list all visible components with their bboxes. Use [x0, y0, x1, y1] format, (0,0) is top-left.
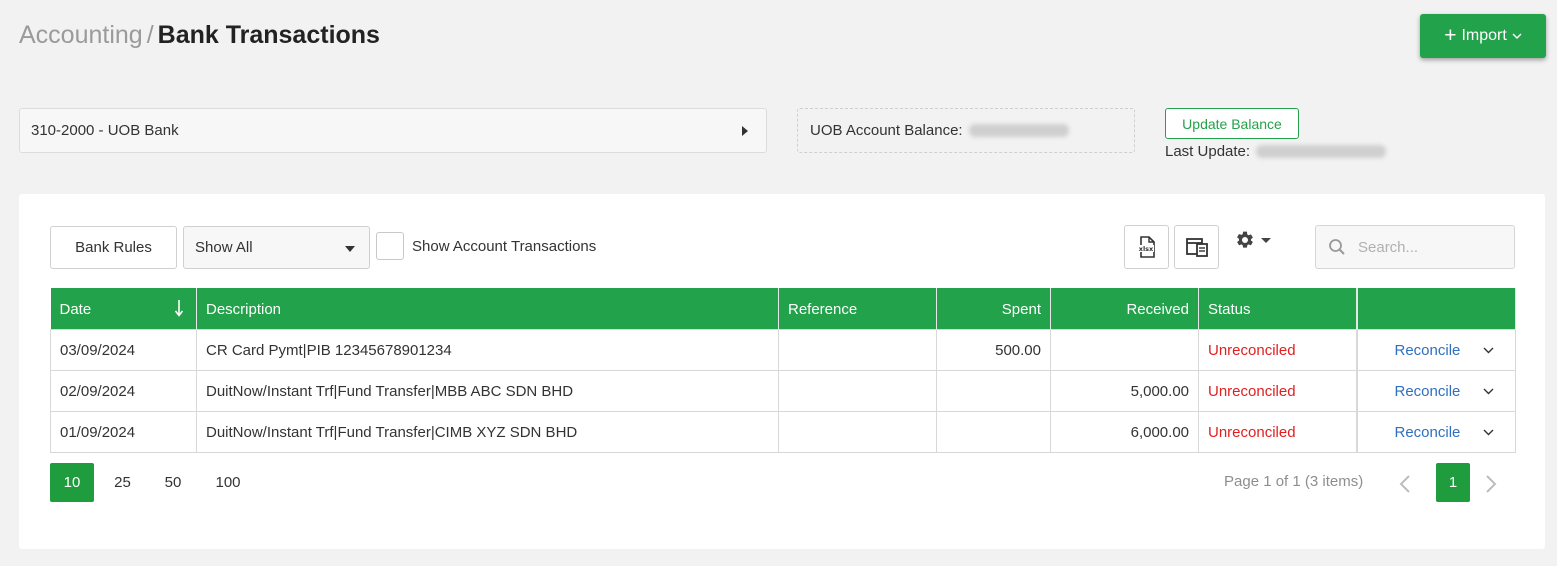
filter-select[interactable]: Show All	[183, 226, 370, 269]
chevron-right-icon[interactable]	[1485, 474, 1497, 494]
page-size-25[interactable]: 25	[94, 463, 151, 502]
filter-select-value: Show All	[195, 239, 253, 256]
transactions-table: Date Description Reference Spent Receive…	[50, 288, 1516, 453]
table-row: 03/09/2024 CR Card Pymt|PIB 123456789012…	[50, 329, 1516, 371]
cell-date: 01/09/2024	[50, 411, 197, 453]
import-button[interactable]: + Import	[1420, 14, 1546, 58]
last-update-label: Last Update:	[1165, 143, 1251, 160]
settings-menu-button[interactable]	[1235, 230, 1271, 250]
column-header-actions	[1355, 288, 1516, 330]
gear-icon	[1237, 231, 1253, 248]
reconcile-link[interactable]: Reconcile	[1395, 424, 1461, 441]
account-balance-label: UOB Account Balance:	[810, 122, 963, 139]
column-chooser-button[interactable]	[1174, 225, 1219, 269]
reconcile-link[interactable]: Reconcile	[1395, 383, 1461, 400]
column-header-spent[interactable]: Spent	[936, 288, 1051, 330]
plus-icon: +	[1444, 23, 1457, 47]
sort-descending-icon	[174, 300, 184, 317]
column-header-reference[interactable]: Reference	[778, 288, 937, 330]
caret-down-icon	[1261, 237, 1271, 243]
cell-received	[1050, 329, 1199, 371]
cell-spent: 500.00	[936, 329, 1051, 371]
cell-reference	[778, 329, 937, 371]
cell-date: 02/09/2024	[50, 370, 197, 412]
transactions-panel: Bank Rules Show All Show Account Transac…	[19, 194, 1545, 549]
show-account-transactions-label: Show Account Transactions	[412, 237, 597, 255]
bank-account-select[interactable]: 310-2000 - UOB Bank	[19, 108, 767, 153]
update-balance-button[interactable]: Update Balance	[1165, 108, 1299, 139]
redacted-balance-value	[968, 124, 1069, 137]
breadcrumb-parent[interactable]: Accounting	[19, 21, 143, 49]
chevron-down-icon[interactable]	[1483, 347, 1494, 354]
reconcile-link[interactable]: Reconcile	[1395, 342, 1461, 359]
last-update: Last Update:	[1165, 143, 1387, 160]
cell-actions: Reconcile	[1355, 370, 1516, 412]
cell-actions: Reconcile	[1355, 411, 1516, 453]
search-input[interactable]	[1356, 237, 1496, 257]
chevron-down-icon[interactable]	[1483, 388, 1494, 395]
cell-description: CR Card Pymt|PIB 12345678901234	[196, 329, 779, 371]
cell-received: 6,000.00	[1050, 411, 1199, 453]
page-size-50[interactable]: 50	[151, 463, 195, 502]
column-header-description[interactable]: Description	[196, 288, 779, 330]
column-header-date[interactable]: Date	[50, 288, 197, 330]
table-row: 02/09/2024 DuitNow/Instant Trf|Fund Tran…	[50, 370, 1516, 412]
cell-spent	[936, 411, 1051, 453]
column-header-received[interactable]: Received	[1050, 288, 1199, 330]
caret-down-icon	[345, 246, 355, 252]
show-account-transactions-checkbox[interactable]	[376, 232, 404, 260]
cell-date: 03/09/2024	[50, 329, 197, 371]
bank-rules-label: Bank Rules	[75, 239, 152, 256]
redacted-last-update-value	[1256, 145, 1387, 158]
table-header-row: Date Description Reference Spent Receive…	[50, 288, 1516, 330]
breadcrumb-separator: /	[146, 21, 154, 49]
show-account-transactions-toggle[interactable]: Show Account Transactions	[376, 232, 596, 260]
breadcrumb: Accounting / Bank Transactions	[19, 18, 380, 52]
page-button-current[interactable]: 1	[1436, 463, 1470, 502]
bank-account-value: 310-2000 - UOB Bank	[31, 122, 179, 139]
search-icon	[1329, 239, 1345, 255]
chevron-down-icon	[1512, 33, 1522, 39]
page-info: Page 1 of 1 (3 items)	[1224, 473, 1364, 490]
account-balance-box: UOB Account Balance:	[797, 108, 1135, 153]
cell-received: 5,000.00	[1050, 370, 1199, 412]
column-header-status[interactable]: Status	[1198, 288, 1357, 330]
page-number: 1	[1448, 474, 1458, 491]
cell-actions: Reconcile	[1355, 329, 1516, 371]
xlsx-icon: xlsx	[1137, 236, 1155, 258]
page-size-100[interactable]: 100	[195, 463, 261, 502]
cell-description: DuitNow/Instant Trf|Fund Transfer|CIMB X…	[196, 411, 779, 453]
cell-spent	[936, 370, 1051, 412]
chevron-down-icon[interactable]	[1483, 429, 1494, 436]
export-xlsx-button[interactable]: xlsx	[1124, 225, 1169, 269]
cell-reference	[778, 411, 937, 453]
import-button-label: Import	[1461, 27, 1507, 44]
cell-status: Unreconciled	[1198, 411, 1357, 453]
update-balance-label: Update Balance	[1182, 115, 1282, 132]
column-chooser-icon	[1185, 238, 1208, 257]
cell-status: Unreconciled	[1198, 370, 1357, 412]
cell-reference	[778, 370, 937, 412]
page-size-10[interactable]: 10	[50, 463, 94, 502]
page-title: Bank Transactions	[157, 21, 380, 49]
cell-status: Unreconciled	[1198, 329, 1357, 371]
chevron-left-icon[interactable]	[1399, 474, 1411, 494]
caret-right-icon	[742, 126, 748, 136]
cell-description: DuitNow/Instant Trf|Fund Transfer|MBB AB…	[196, 370, 779, 412]
page-size-selector: 10 25 50 100	[50, 463, 261, 502]
search-box[interactable]	[1315, 225, 1515, 269]
table-row: 01/09/2024 DuitNow/Instant Trf|Fund Tran…	[50, 411, 1516, 453]
svg-text:xlsx: xlsx	[1138, 245, 1153, 253]
bank-rules-button[interactable]: Bank Rules	[50, 226, 177, 269]
